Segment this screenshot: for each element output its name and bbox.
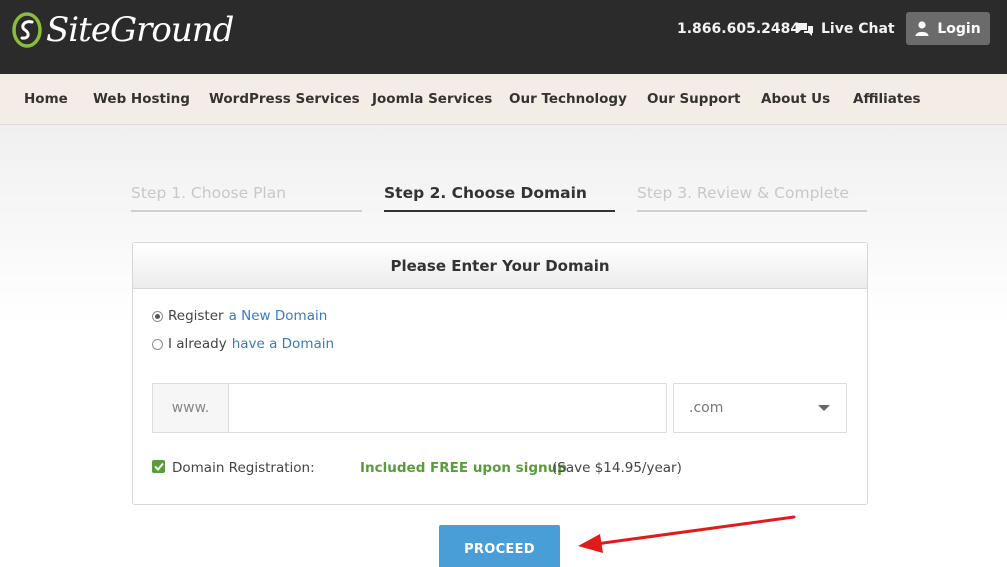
main-nav: Home Web Hosting WordPress Services Joom… <box>0 74 1007 125</box>
logo[interactable]: SiteGround <box>12 8 234 52</box>
registration-savings-text: (Save $14.95/year) <box>552 460 682 476</box>
step-underline <box>637 210 867 212</box>
tld-selected-value: .com <box>689 400 724 416</box>
user-icon <box>915 21 929 36</box>
top-bar: SiteGround 1.866.605.2484 Live Chat Logi… <box>0 0 1007 74</box>
step-label: Step 3. Review & Complete <box>637 184 849 202</box>
domain-registration-checkbox[interactable] <box>152 460 165 473</box>
registration-free-text: Included FREE upon signup <box>360 460 567 476</box>
phone-number[interactable]: 1.866.605.2484 <box>677 20 800 38</box>
domain-card-title: Please Enter Your Domain <box>133 243 867 289</box>
register-radio[interactable] <box>152 310 163 322</box>
tld-select[interactable]: .com <box>673 383 847 433</box>
domain-registration-label: Domain Registration: <box>172 460 315 476</box>
nav-item-affiliates[interactable]: Affiliates <box>853 90 921 108</box>
have-domain-link[interactable]: have a Domain <box>232 336 334 352</box>
red-arrow-annotation-icon <box>578 515 796 553</box>
chat-bubbles-icon <box>797 22 813 36</box>
siteground-logo-icon <box>12 12 42 48</box>
step-underline <box>131 210 362 212</box>
live-chat-label: Live Chat <box>821 21 895 37</box>
option-existing-domain[interactable]: I already have a Domain <box>152 335 334 353</box>
nav-item-our-support[interactable]: Our Support <box>647 90 741 108</box>
new-domain-link[interactable]: a New Domain <box>229 308 328 324</box>
existing-prefix: I already <box>168 336 227 352</box>
nav-item-about-us[interactable]: About Us <box>761 90 830 108</box>
nav-item-home[interactable]: Home <box>24 90 68 108</box>
step-3-review-complete[interactable]: Step 3. Review & Complete <box>637 184 867 212</box>
domain-name-input[interactable] <box>228 383 667 433</box>
option-register-new-domain[interactable]: Register a New Domain <box>152 307 327 325</box>
step-1-choose-plan[interactable]: Step 1. Choose Plan <box>131 184 362 212</box>
www-prefix: www. <box>152 383 229 433</box>
step-label: Step 1. Choose Plan <box>131 184 287 202</box>
nav-item-web-hosting[interactable]: Web Hosting <box>93 90 190 108</box>
nav-item-wordpress-services[interactable]: WordPress Services <box>209 90 360 108</box>
register-prefix: Register <box>168 308 224 324</box>
proceed-label: PROCEED <box>464 541 535 557</box>
login-label: Login <box>937 20 981 37</box>
step-underline <box>384 210 615 212</box>
existing-domain-radio[interactable] <box>152 338 163 350</box>
step-2-choose-domain[interactable]: Step 2. Choose Domain <box>384 184 615 212</box>
nav-item-our-technology[interactable]: Our Technology <box>509 90 627 108</box>
live-chat-link[interactable]: Live Chat <box>796 19 895 39</box>
proceed-button[interactable]: PROCEED <box>439 525 560 567</box>
chevron-down-icon <box>818 405 830 411</box>
checkmark-icon <box>153 462 164 471</box>
logo-text: SiteGround <box>46 10 234 50</box>
login-button[interactable]: Login <box>906 12 990 45</box>
nav-item-joomla-services[interactable]: Joomla Services <box>372 90 492 108</box>
step-label: Step 2. Choose Domain <box>384 184 587 202</box>
